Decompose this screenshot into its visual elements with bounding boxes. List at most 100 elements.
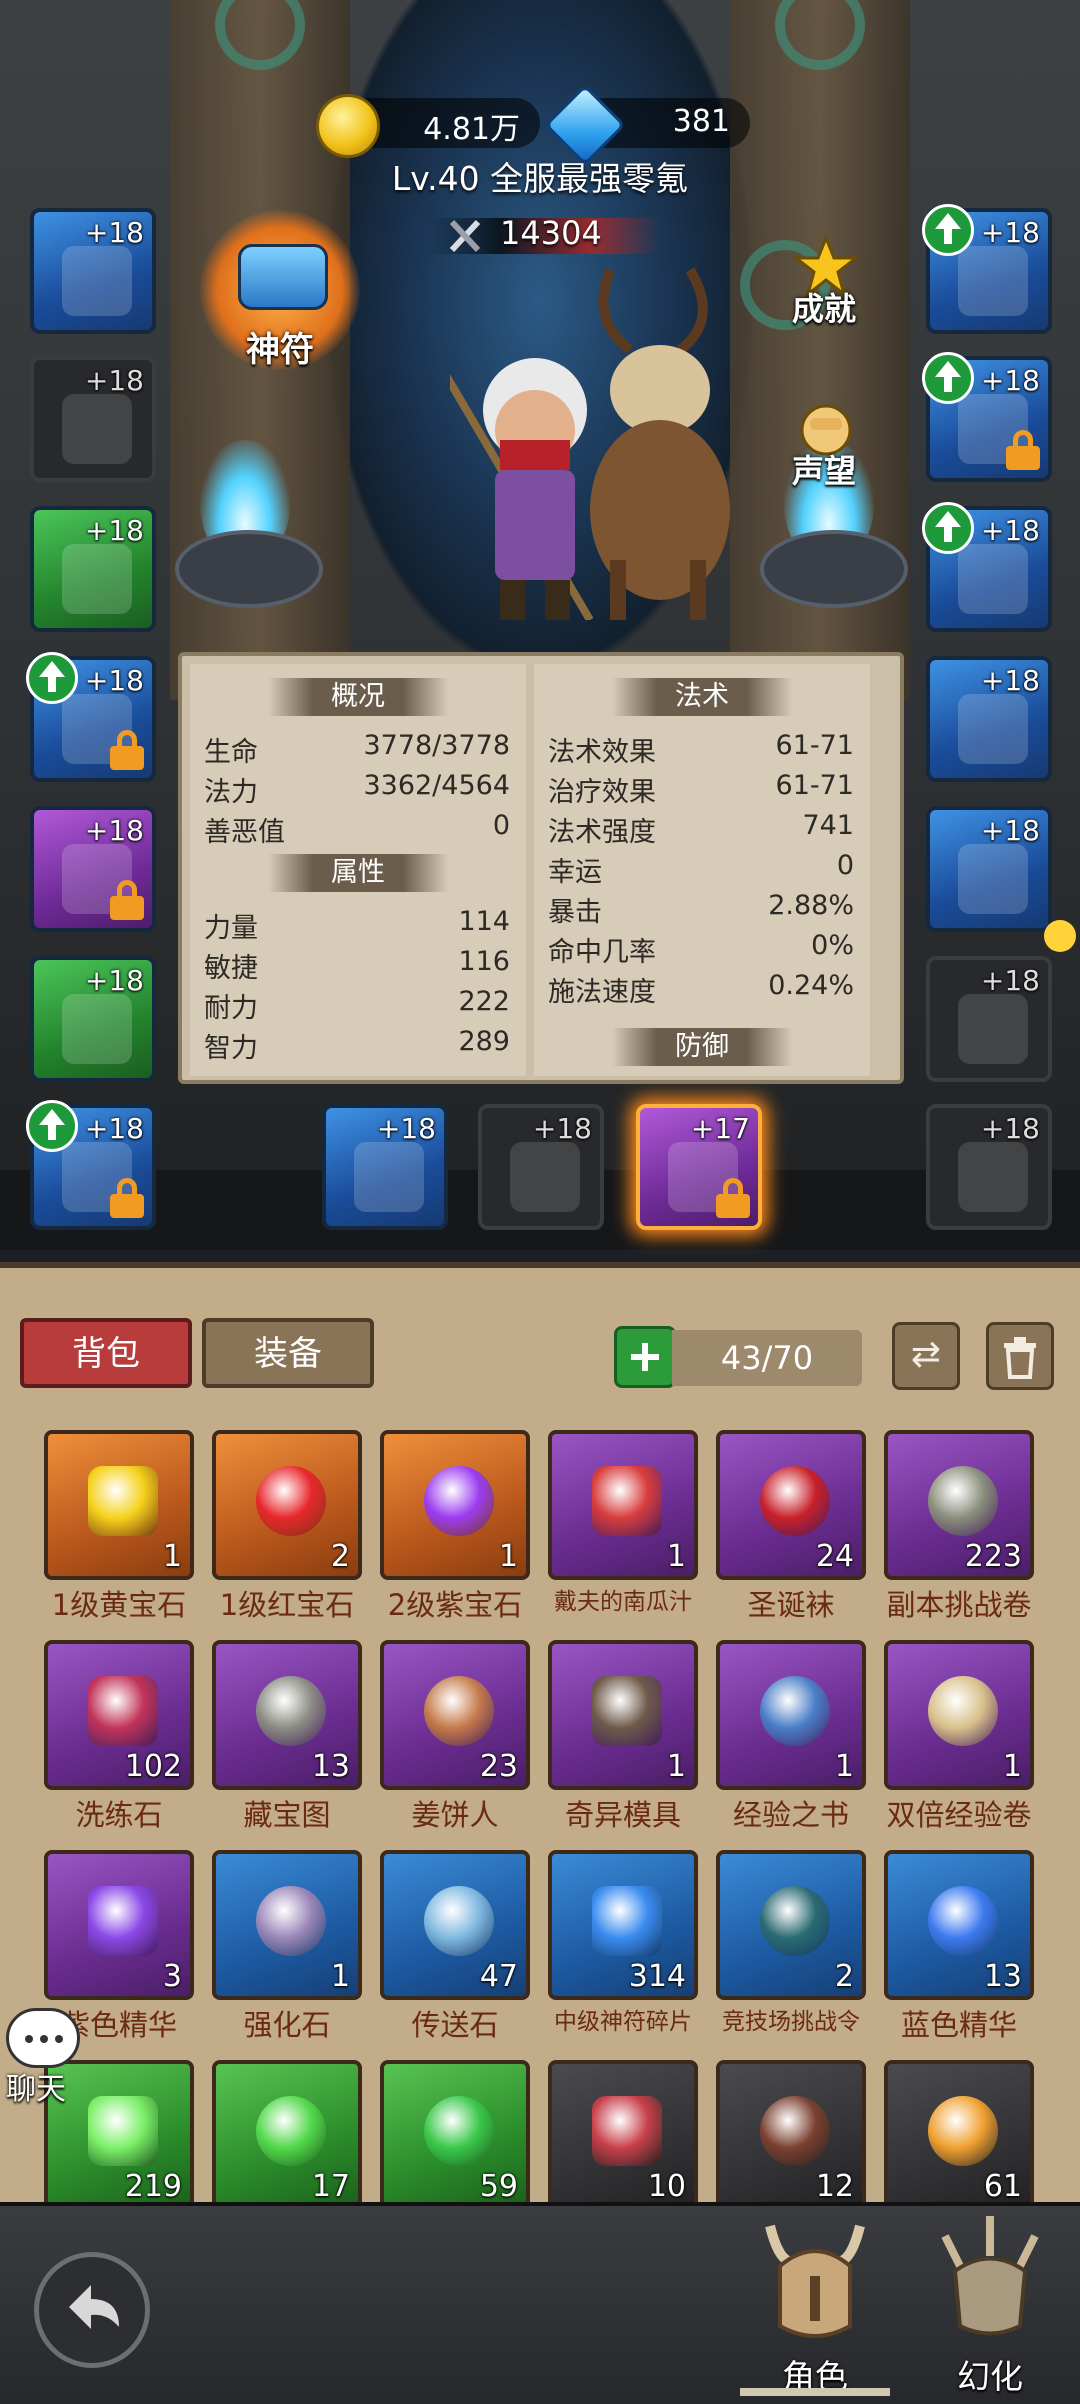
yellow-gem-icon: [88, 1466, 158, 1536]
inventory-item[interactable]: 2: [716, 1850, 866, 2000]
tab-bag[interactable]: 背包: [20, 1318, 192, 1388]
equip-slot-right-7[interactable]: +18: [926, 1104, 1052, 1230]
blue-essence-icon: [928, 1886, 998, 1956]
inventory-item[interactable]: 1: [44, 1430, 194, 1580]
inventory-item[interactable]: 13: [212, 1640, 362, 1790]
inventory-item[interactable]: 13: [884, 1850, 1034, 2000]
equip-slot-left-2[interactable]: +18: [30, 356, 156, 482]
inventory-item[interactable]: 102: [44, 1640, 194, 1790]
item-name: 蓝色精华: [900, 2008, 1017, 2042]
equip-slot-bottom-2[interactable]: +18: [478, 1104, 604, 1230]
equip-slot-bottom-3[interactable]: +17: [636, 1104, 762, 1230]
stat-name: 耐力: [204, 993, 258, 1024]
stats-panel: 概况 生命 3778/3778 法力 3362/4564 善恶值 0 属性 力量 114 敏捷…: [178, 652, 904, 1084]
inventory-item[interactable]: 1: [212, 1850, 362, 2000]
scroll-icon: [928, 1466, 998, 1536]
equip-slot-bottom-1[interactable]: +18: [322, 1104, 448, 1230]
expand-bag-button[interactable]: [614, 1326, 676, 1388]
inventory-item[interactable]: 219: [44, 2060, 194, 2210]
magic-header: 法术: [612, 678, 792, 716]
purple-gem-icon: [424, 1466, 494, 1536]
stat-name: 法术强度: [548, 817, 656, 848]
achievement-button[interactable]: 成就: [764, 222, 884, 352]
equip-level: +18: [980, 514, 1040, 547]
back-button[interactable]: [34, 2252, 150, 2368]
stat-row: 施法速度 0.24%: [548, 970, 854, 1010]
equip-slot-left-6[interactable]: +18: [30, 956, 156, 1082]
equipment-item-icon: [62, 544, 132, 614]
chat-button[interactable]: [6, 2008, 80, 2068]
sort-button[interactable]: ⇄: [892, 1322, 960, 1390]
stat-name: 法术效果: [548, 737, 656, 768]
nav-transform-label: 幻化: [957, 2357, 1023, 2396]
item-count: 47: [479, 1959, 518, 1994]
brazier: [175, 530, 323, 608]
item-count: 1: [498, 1539, 518, 1574]
nav-transform[interactable]: 幻化: [915, 2206, 1065, 2396]
equip-level: +18: [980, 664, 1040, 697]
inventory-item[interactable]: 59: [380, 2060, 530, 2210]
item-name: 姜饼人: [411, 1798, 499, 1832]
equip-slot-left-5[interactable]: +18: [30, 806, 156, 932]
inventory-item[interactable]: 314: [548, 1850, 698, 2000]
inventory-item[interactable]: 1: [380, 1430, 530, 1580]
meat-icon: [592, 2096, 662, 2166]
stat-value: 289: [458, 1026, 510, 1057]
stat-value: 61-71: [775, 770, 854, 801]
equip-slot-left-1[interactable]: +18: [30, 208, 156, 334]
item-count: 314: [628, 1959, 686, 1994]
equip-level: +18: [84, 664, 144, 697]
equipment-item-icon: [354, 1142, 424, 1212]
equip-level: +18: [84, 364, 144, 397]
stat-row: 敏捷 116: [204, 946, 510, 986]
inventory-item[interactable]: 47: [380, 1850, 530, 2000]
inventory-item[interactable]: 10: [548, 2060, 698, 2210]
nav-character[interactable]: 角色: [740, 2206, 890, 2396]
equip-level: +17: [690, 1112, 750, 1145]
inventory-item[interactable]: 223: [884, 1430, 1034, 1580]
double-scroll-icon: [928, 1676, 998, 1746]
inventory-item[interactable]: 1: [548, 1430, 698, 1580]
stat-value: 61-71: [775, 730, 854, 761]
hero-character: [450, 358, 594, 620]
equipment-item-icon: [958, 994, 1028, 1064]
inventory-item[interactable]: 17: [212, 2060, 362, 2210]
equip-level: +18: [980, 364, 1040, 397]
stat-value: 222: [458, 986, 510, 1017]
delete-button[interactable]: [986, 1322, 1054, 1390]
stat-value: 0: [492, 810, 510, 841]
equip-level: +18: [980, 964, 1040, 997]
inventory-item[interactable]: 61: [884, 2060, 1034, 2210]
stats-left-column[interactable]: 概况 生命 3778/3778 法力 3362/4564 善恶值 0 属性 力量 114 敏捷…: [190, 664, 526, 1076]
item-name: 洗练石: [75, 1798, 163, 1832]
item-count: 12: [815, 2169, 854, 2204]
item-name: 圣诞袜: [747, 1588, 835, 1622]
inventory-item[interactable]: 2: [212, 1430, 362, 1580]
inventory-item[interactable]: 3: [44, 1850, 194, 2000]
inventory-item[interactable]: 1: [716, 1640, 866, 1790]
reputation-button[interactable]: 声望: [764, 384, 884, 514]
equip-slot-left-3[interactable]: +18: [30, 506, 156, 632]
inventory-item[interactable]: 23: [380, 1640, 530, 1790]
rune-button[interactable]: 神符: [200, 210, 360, 370]
inventory-item[interactable]: 1: [884, 1640, 1034, 1790]
item-count: 10: [647, 2169, 686, 2204]
equip-slot-right-4[interactable]: +18: [926, 656, 1052, 782]
item-name: 戴夫的南瓜汁: [554, 1589, 692, 1615]
emoji-icon[interactable]: [1044, 920, 1076, 952]
inventory-item[interactable]: 24: [716, 1430, 866, 1580]
equip-slot-right-6[interactable]: +18: [926, 956, 1052, 1082]
stat-name: 施法速度: [548, 977, 656, 1008]
tab-equip[interactable]: 装备: [202, 1318, 374, 1388]
stat-name: 暴击: [548, 897, 602, 928]
equip-slot-right-5[interactable]: +18: [926, 806, 1052, 932]
inventory-item[interactable]: 12: [716, 2060, 866, 2210]
inventory-item[interactable]: 1: [548, 1640, 698, 1790]
helmet-icon: [765, 2224, 865, 2338]
stat-row: 法术强度 741: [548, 810, 854, 850]
stats-right-column[interactable]: 法术 法术效果 61-71 治疗效果 61-71 法术强度 741 幸运 0 暴击 2.88% 命中…: [534, 664, 870, 1076]
stat-row: 法术效果 61-71: [548, 730, 854, 770]
reputation-label: 声望: [791, 452, 856, 490]
item-count: 1: [330, 1959, 350, 1994]
stat-row: 善恶值 0: [204, 810, 510, 850]
